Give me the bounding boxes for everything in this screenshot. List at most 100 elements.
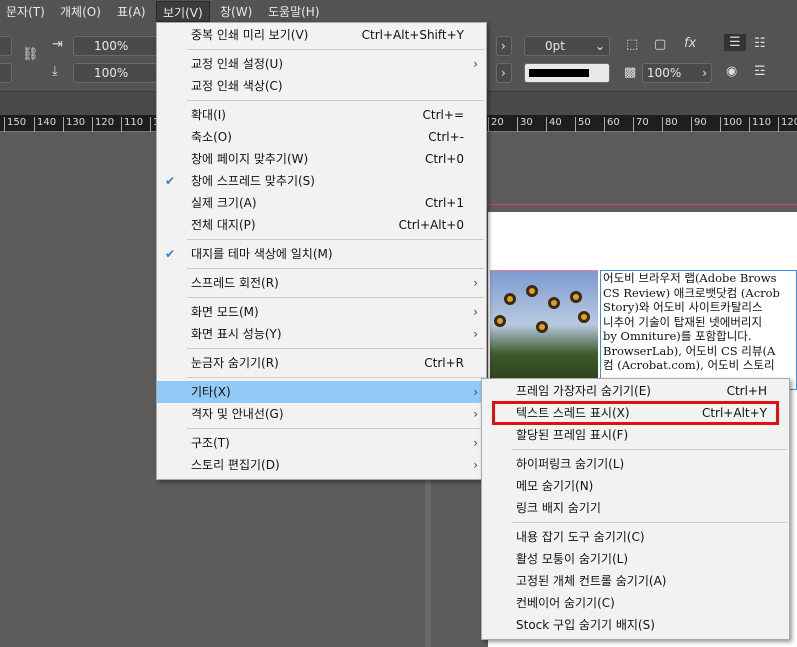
menu-item-label: 내용 잡기 도구 숨기기(C)	[516, 530, 645, 544]
menu-item-메모-숨기기[interactable]: 메모 숨기기(N)	[482, 475, 789, 497]
menu-item-중복-인쇄-미리-보기[interactable]: 중복 인쇄 미리 보기(V) Ctrl+Alt+Shift+Y	[157, 24, 486, 46]
submenu-arrow-icon: ›	[473, 276, 478, 290]
menu-개체[interactable]: 개체(O)	[60, 3, 101, 20]
scale-x-value: 100%	[94, 39, 129, 53]
menu-separator	[512, 449, 787, 450]
menu-item-눈금자-숨기기[interactable]: 눈금자 숨기기(R) Ctrl+R	[157, 352, 486, 374]
text-line: 컴 (Acrobat.com), 어도비 스토리	[603, 358, 775, 372]
menu-item-프레임-가장자리-숨기기[interactable]: 프레임 가장자리 숨기기(E) Ctrl+H	[482, 380, 789, 402]
stroke-next-button[interactable]: ›	[496, 36, 512, 56]
opacity-field[interactable]: 100% ›	[642, 63, 712, 83]
menu-보기[interactable]: 보기(V)	[156, 1, 210, 22]
menu-item-label: 교정 인쇄 설정(U)	[191, 57, 284, 71]
menu-item-대지를-테마-색상에-일치[interactable]: ✔ 대지를 테마 색상에 일치(M)	[157, 243, 486, 265]
menu-표[interactable]: 표(A)	[117, 3, 146, 20]
ruler-tick-label: 30	[517, 117, 533, 132]
menu-item-기타[interactable]: 기타(X) ›	[157, 381, 486, 403]
menu-item-활성-모퉁이-숨기기[interactable]: 활성 모퉁이 숨기기(L)	[482, 548, 789, 570]
menu-item-label: 중복 인쇄 미리 보기(V)	[191, 28, 309, 42]
menu-item-label: 활성 모퉁이 숨기기(L)	[516, 552, 628, 566]
checkmark-icon: ✔	[165, 174, 176, 188]
menu-item-Stock-구입-숨기기-배지[interactable]: Stock 구입 숨기기 배지(S)	[482, 614, 789, 636]
ruler-tick-label: 110	[121, 117, 143, 132]
menu-item-확대[interactable]: 확대(I) Ctrl+=	[157, 104, 486, 126]
text-line: by Omniture)를 포함합니다.	[603, 329, 752, 343]
scale-y-value: 100%	[94, 66, 129, 80]
menu-item-컨베이어-숨기기[interactable]: 컨베이어 숨기기(C)	[482, 592, 789, 614]
y-field[interactable]	[0, 63, 12, 83]
menu-item-실제-크기[interactable]: 실제 크기(A) Ctrl+1	[157, 192, 486, 214]
menu-item-전체-대지[interactable]: 전체 대지(P) Ctrl+Alt+0	[157, 214, 486, 236]
constrain-proportions-icon[interactable]: ⛓	[22, 47, 39, 62]
text-line: CS Review) 애크로뱃닷컴 (Acrob	[603, 285, 780, 300]
menu-separator	[187, 100, 484, 101]
menu-item-label: 대지를 테마 색상에 일치(M)	[191, 247, 333, 261]
menu-item-스프레드-회전[interactable]: 스프레드 회전(R) ›	[157, 272, 486, 294]
menu-문자[interactable]: 문자(T)	[6, 3, 45, 20]
ruler-tick-label: 90	[691, 117, 707, 132]
ruler-tick-label: 100	[720, 117, 742, 132]
menu-item-label: 창에 스프레드 맞추기(S)	[191, 174, 315, 188]
menu-item-교정-인쇄-색상[interactable]: 교정 인쇄 색상(C)	[157, 75, 486, 97]
menu-창[interactable]: 창(W)	[220, 3, 252, 20]
drop-shadow-icon[interactable]: ▢	[654, 37, 666, 52]
menu-item-label: 링크 배지 숨기기	[516, 501, 601, 515]
scale-x-field[interactable]: 100%	[73, 36, 157, 56]
menu-item-화면-모드[interactable]: 화면 모드(M) ›	[157, 301, 486, 323]
menu-item-격자-및-안내선[interactable]: 격자 및 안내선(G) ›	[157, 403, 486, 425]
menu-item-링크-배지-숨기기[interactable]: 링크 배지 숨기기	[482, 497, 789, 519]
menu-item-고정된-개체-컨트롤-숨기기[interactable]: 고정된 개체 컨트롤 숨기기(A)	[482, 570, 789, 592]
menu-item-label: 창에 페이지 맞추기(W)	[191, 152, 309, 166]
ruler-tick-label: 120	[778, 117, 797, 132]
menu-item-label: 격자 및 안내선(G)	[191, 407, 284, 421]
stroke-weight-field[interactable]: 0pt ⌄	[524, 36, 610, 56]
menu-item-label: 스프레드 회전(R)	[191, 276, 279, 290]
ruler-tick-label: 70	[633, 117, 649, 132]
menu-item-label: 실제 크기(A)	[191, 196, 257, 210]
effects-icon[interactable]: fx	[684, 36, 696, 51]
shortcut-label: Ctrl+1	[424, 196, 464, 210]
x-field[interactable]	[0, 36, 12, 56]
submenu-arrow-icon: ›	[473, 458, 478, 472]
wrap-shape-icon[interactable]: ◉	[726, 64, 737, 79]
frame-fitting-icon[interactable]: ⬚	[626, 37, 638, 52]
submenu-arrow-icon: ›	[473, 436, 478, 450]
stroke-weight-value: 0pt	[545, 39, 565, 53]
ruler-tick-label: 150	[4, 117, 26, 132]
scale-y-icon: ⤓	[52, 64, 58, 79]
menu-separator	[187, 377, 484, 378]
stroke-type-dropdown[interactable]	[524, 63, 610, 83]
menu-item-스토리-편집기[interactable]: 스토리 편집기(D) ›	[157, 454, 486, 476]
menu-도움말[interactable]: 도움말(H)	[268, 3, 320, 20]
menu-item-label: 기타(X)	[191, 385, 231, 399]
menu-item-축소[interactable]: 축소(O) Ctrl+-	[157, 126, 486, 148]
menu-item-하이퍼링크-숨기기[interactable]: 하이퍼링크 숨기기(L)	[482, 453, 789, 475]
sunflower-image-frame[interactable]	[490, 270, 598, 390]
menu-separator	[187, 348, 484, 349]
ruler-tick-label: 130	[63, 117, 85, 132]
shortcut-label: Ctrl+-	[428, 130, 464, 144]
menu-item-할당된-프레임-표시[interactable]: 할당된 프레임 표시(F)	[482, 424, 789, 446]
menu-item-label: 컨베이어 숨기기(C)	[516, 596, 615, 610]
menu-item-화면-표시-성능[interactable]: 화면 표시 성능(Y) ›	[157, 323, 486, 345]
menu-item-label: 교정 인쇄 색상(C)	[191, 79, 283, 93]
menu-item-창에-스프레드-맞추기[interactable]: ✔ 창에 스프레드 맞추기(S)	[157, 170, 486, 192]
text-line: 니추어 기술이 탑재된 넷에버리지	[603, 314, 763, 329]
text-frame[interactable]: 어도비 브라우저 랩(Adobe Brows CS Review) 애크로뱃닷컴 …	[600, 270, 797, 390]
menu-item-내용-잡기-도구-숨기기[interactable]: 내용 잡기 도구 숨기기(C)	[482, 526, 789, 548]
text-line: 어도비 브라우저 랩(Adobe Brows	[603, 271, 777, 285]
fill-next-button[interactable]: ›	[496, 63, 512, 83]
menu-item-label: 화면 표시 성능(Y)	[191, 327, 282, 341]
menu-item-교정-인쇄-설정[interactable]: 교정 인쇄 설정(U) ›	[157, 53, 486, 75]
menu-item-구조[interactable]: 구조(T) ›	[157, 432, 486, 454]
menu-separator	[187, 428, 484, 429]
wrap-bounding-box-icon[interactable]: ☷	[754, 36, 766, 51]
scale-y-field[interactable]: 100%	[73, 63, 157, 83]
menu-item-창에-페이지-맞추기[interactable]: 창에 페이지 맞추기(W) Ctrl+0	[157, 148, 486, 170]
submenu-arrow-icon: ›	[473, 407, 478, 421]
submenu-arrow-icon: ›	[473, 57, 478, 71]
ruler-tick-label: 60	[604, 117, 620, 132]
menu-bar: 문자(T) 개체(O) 표(A) 보기(V) 창(W) 도움말(H)	[0, 0, 797, 22]
jump-object-icon[interactable]: ☲	[754, 64, 766, 79]
text-wrap-none-icon[interactable]: ☰	[724, 34, 746, 51]
